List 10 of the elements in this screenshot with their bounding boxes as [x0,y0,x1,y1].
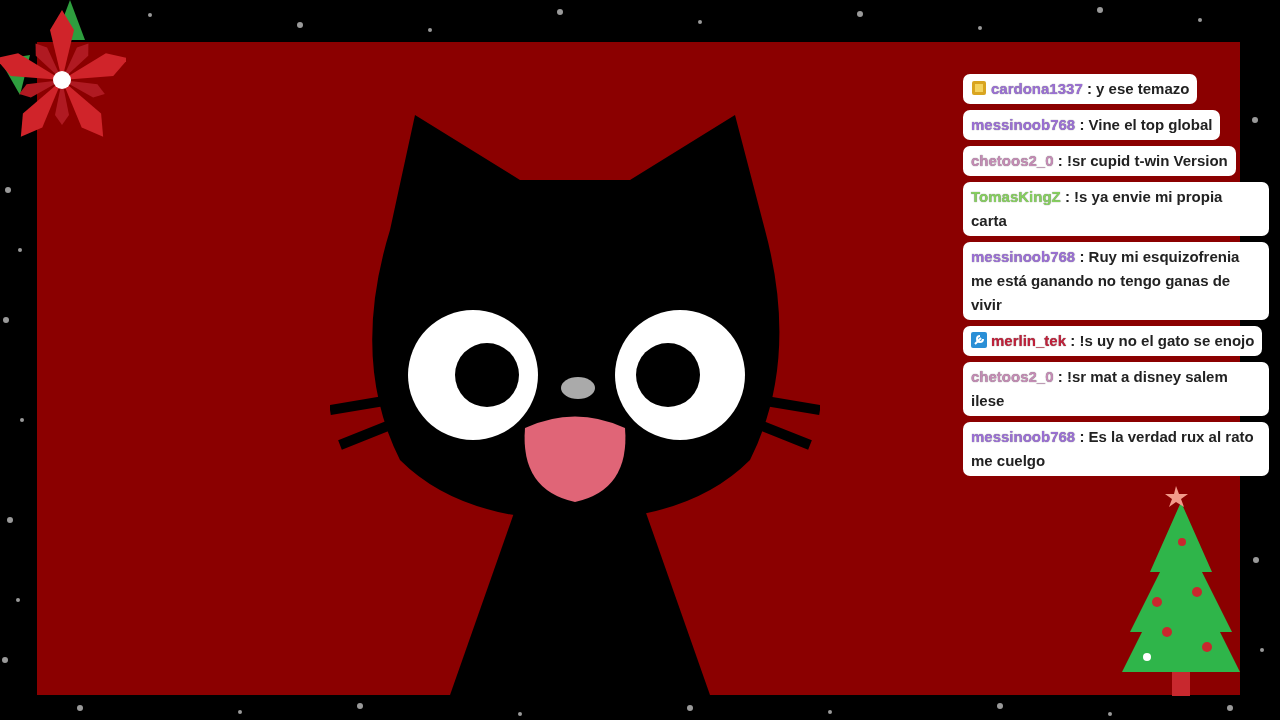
chat-message: messinoob768 : Es la verdad rux al rato me cuelgo [963,422,1269,476]
chat-message: chetoos2_0 : !sr cupid t-win Version [963,146,1236,176]
chat-message: TomasKingZ : !s ya envie mi propia carta [963,182,1269,236]
chat-message: chetoos2_0 : !sr mat a disney salem ilese [963,362,1269,416]
chat-message: merlin_tek : !s uy no el gato se enojo [963,326,1263,356]
chat-message: cardona1337 : y ese temazo [963,74,1198,104]
wrench-icon [971,332,987,348]
chat-message: messinoob768 : Vine el top global [963,110,1221,140]
badge-icon [971,80,987,96]
chat-message: messinoob768 : Ruy mi esquizofrenia me está ganando no tengo ganas de vivir [963,242,1269,320]
